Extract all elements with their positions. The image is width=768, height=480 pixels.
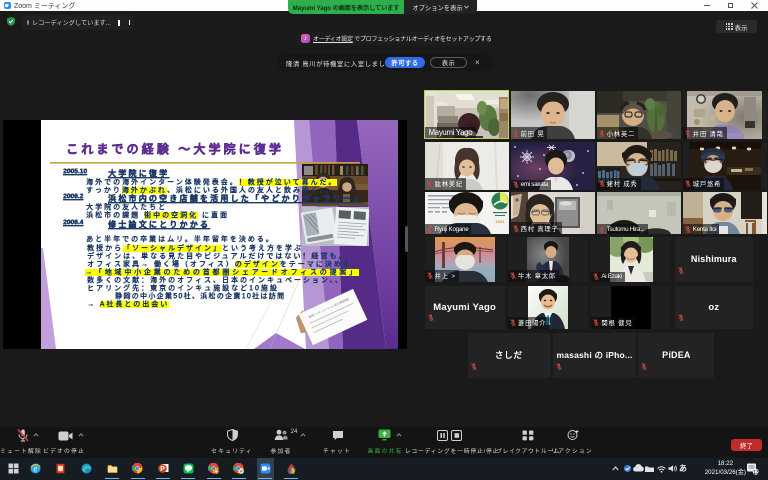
- svg-text:13: 13: [753, 470, 759, 475]
- svg-text:2021: 2021: [495, 219, 505, 224]
- svg-text:P: P: [160, 466, 165, 473]
